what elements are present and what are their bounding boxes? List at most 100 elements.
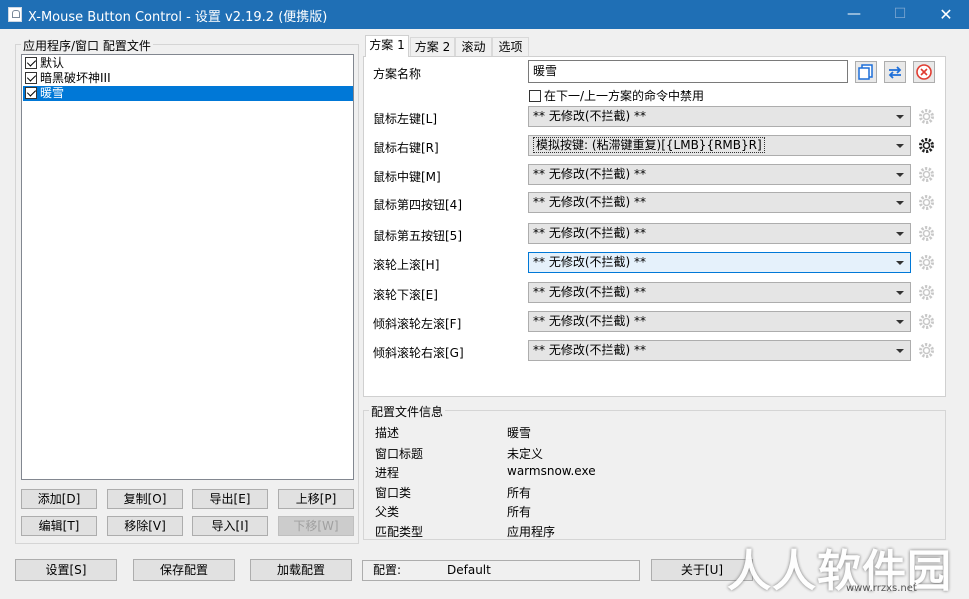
chevron-down-icon <box>896 261 904 265</box>
gear-icon <box>919 226 934 241</box>
gear-icon <box>919 255 934 270</box>
button-4-combo[interactable]: ** 无修改(不拦截) ** <box>528 192 911 213</box>
combo-value: ** 无修改(不拦截) ** <box>533 226 646 240</box>
middle-button-combo[interactable]: ** 无修改(不拦截) ** <box>528 164 911 185</box>
info-parent-class-label: 父类 <box>375 505 400 519</box>
window-title: X-Mouse Button Control - 设置 v2.19.2 (便携版… <box>28 10 328 25</box>
left-button-combo[interactable]: ** 无修改(不拦截) ** <box>528 106 911 127</box>
app-icon <box>8 7 22 22</box>
watermark-url: www.rrzxs.net <box>846 583 917 594</box>
delete-scheme-button[interactable] <box>913 61 935 83</box>
save-config-button[interactable]: 保存配置 <box>133 559 235 581</box>
wheel-down-label: 滚轮下滚[E] <box>373 288 438 302</box>
settings-button[interactable]: 设置[S] <box>15 559 117 581</box>
chevron-down-icon <box>896 115 904 119</box>
combo-value: ** 无修改(不拦截) ** <box>533 109 646 123</box>
chevron-down-icon <box>896 232 904 236</box>
copy-button[interactable]: 复制[O] <box>107 489 183 509</box>
chevron-down-icon <box>896 201 904 205</box>
info-description-value: 暖雪 <box>507 426 532 440</box>
info-window-title-label: 窗口标题 <box>375 447 424 461</box>
profile-label: 暖雪 <box>40 86 65 100</box>
chevron-down-icon <box>896 291 904 295</box>
combo-value: ** 无修改(不拦截) ** <box>533 285 646 299</box>
export-button[interactable]: 导出[E] <box>192 489 268 509</box>
tab-scheme-2[interactable]: 方案 2 <box>410 37 455 56</box>
edit-button[interactable]: 编辑[T] <box>21 516 97 536</box>
combo-value: ** 无修改(不拦截) ** <box>533 195 646 209</box>
info-process-label: 进程 <box>375 466 400 480</box>
gear-icon <box>919 195 934 210</box>
scheme-name-label: 方案名称 <box>373 67 422 81</box>
combo-value: ** 无修改(不拦截) ** <box>533 167 646 181</box>
combo-value: ** 无修改(不拦截) ** <box>533 255 646 269</box>
profile-checkbox[interactable] <box>25 87 37 99</box>
delete-icon <box>916 64 932 80</box>
info-parent-class-value: 所有 <box>507 505 532 519</box>
gear-icon <box>919 314 934 329</box>
wheel-down-combo[interactable]: ** 无修改(不拦截) ** <box>528 282 911 303</box>
tilt-right-combo[interactable]: ** 无修改(不拦截) ** <box>528 340 911 361</box>
profile-checkbox[interactable] <box>25 72 37 84</box>
move-down-button: 下移[W] <box>278 516 354 536</box>
chevron-down-icon <box>896 320 904 324</box>
wheel-up-label: 滚轮上滚[H] <box>373 258 440 272</box>
info-match-type-label: 匹配类型 <box>375 525 424 539</box>
tilt-left-combo[interactable]: ** 无修改(不拦截) ** <box>528 311 911 332</box>
move-up-button[interactable]: 上移[P] <box>278 489 354 509</box>
profile-checkbox[interactable] <box>25 57 37 69</box>
remove-button[interactable]: 移除[V] <box>107 516 183 536</box>
gear-icon[interactable] <box>916 135 937 156</box>
tab-scroll[interactable]: 滚动 <box>455 37 492 56</box>
right-button-label: 鼠标右键[R] <box>373 141 439 155</box>
profile-label: 默认 <box>40 56 65 70</box>
close-button[interactable]: ✕ <box>923 0 969 29</box>
tilt-right-label: 倾斜滚轮右滚[G] <box>373 346 464 360</box>
button-4-label: 鼠标第四按钮[4] <box>373 198 462 212</box>
config-status-label: 配置: <box>373 563 402 577</box>
swap-scheme-button[interactable] <box>884 61 906 83</box>
profile-label: 暗黑破坏神III <box>40 71 111 85</box>
profile-list[interactable]: 默认 暗黑破坏神III 暖雪 <box>21 54 354 480</box>
swap-icon <box>888 66 902 79</box>
chevron-down-icon <box>896 144 904 148</box>
button-5-label: 鼠标第五按钮[5] <box>373 229 462 243</box>
gear-icon <box>919 285 934 300</box>
maximize-button[interactable]: ☐ <box>877 0 923 29</box>
copy-scheme-button[interactable] <box>855 61 877 83</box>
import-button[interactable]: 导入[I] <box>192 516 268 536</box>
minimize-button[interactable]: — <box>831 0 877 29</box>
profile-info-label: 配置文件信息 <box>369 403 446 420</box>
disable-in-cycle-checkbox[interactable]: 在下一/上一方案的命令中禁用 <box>529 87 704 104</box>
scheme-name-input[interactable]: 暖雪 <box>528 60 848 83</box>
checkbox-box[interactable] <box>529 90 541 102</box>
middle-button-label: 鼠标中键[M] <box>373 170 441 184</box>
chevron-down-icon <box>896 173 904 177</box>
right-button-combo[interactable]: 模拟按键: (粘滞键重复)[{LMB}{RMB}R] <box>528 135 911 156</box>
left-button-label: 鼠标左键[L] <box>373 112 438 126</box>
title-bar: X-Mouse Button Control - 设置 v2.19.2 (便携版… <box>0 0 969 29</box>
wheel-up-combo[interactable]: ** 无修改(不拦截) ** <box>528 252 911 273</box>
info-window-class-label: 窗口类 <box>375 486 412 500</box>
profiles-group-label: 应用程序/窗口 配置文件 <box>21 37 153 54</box>
watermark: 人人软件园 <box>727 546 952 597</box>
config-status: 配置: Default <box>362 560 640 581</box>
list-item[interactable]: 默认 <box>23 56 353 71</box>
button-5-combo[interactable]: ** 无修改(不拦截) ** <box>528 223 911 244</box>
copy-icon <box>858 64 873 80</box>
chevron-down-icon <box>896 349 904 353</box>
list-item[interactable]: 暗黑破坏神III <box>23 71 353 86</box>
info-description-label: 描述 <box>375 426 400 440</box>
combo-value: 模拟按键: (粘滞键重复)[{LMB}{RMB}R] <box>533 137 765 153</box>
tab-options[interactable]: 选项 <box>492 37 529 56</box>
gear-icon <box>919 167 934 182</box>
profile-info-group <box>363 410 946 540</box>
add-button[interactable]: 添加[D] <box>21 489 97 509</box>
info-match-type-value: 应用程序 <box>507 525 556 539</box>
tab-scheme-1[interactable]: 方案 1 <box>365 35 409 57</box>
info-process-value: warmsnow.exe <box>507 464 596 478</box>
list-item-selected[interactable]: 暖雪 <box>23 86 353 101</box>
config-status-value: Default <box>447 563 491 577</box>
gear-icon <box>919 343 934 358</box>
load-config-button[interactable]: 加载配置 <box>250 559 352 581</box>
